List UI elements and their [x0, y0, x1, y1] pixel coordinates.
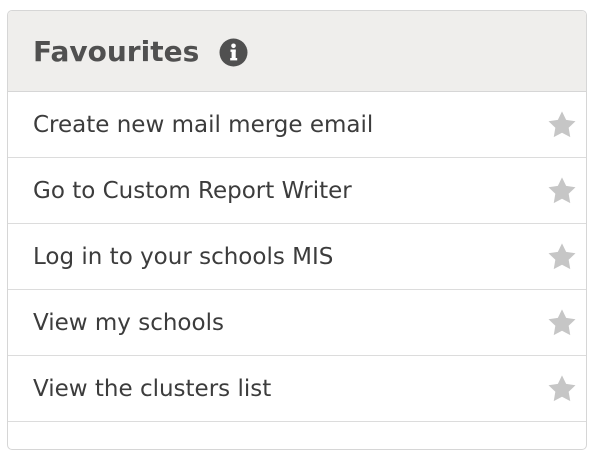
panel-title: Favourites	[33, 34, 200, 68]
list-item[interactable]: Go to Custom Report Writer	[8, 158, 586, 224]
favourite-link[interactable]: Create new mail merge email	[33, 112, 373, 138]
favourites-list: Create new mail merge email Go to Custom…	[8, 92, 586, 422]
favourite-link[interactable]: Log in to your schools MIS	[33, 244, 333, 270]
favourites-panel: Favourites Create new mail merge email G…	[7, 10, 587, 450]
favourite-link[interactable]: View my schools	[33, 310, 224, 336]
list-item[interactable]: View the clusters list	[8, 356, 586, 422]
info-circle-icon[interactable]	[219, 38, 248, 67]
star-icon[interactable]	[546, 175, 578, 207]
favourite-link[interactable]: Go to Custom Report Writer	[33, 178, 352, 204]
panel-header: Favourites	[8, 11, 586, 92]
list-item[interactable]: Log in to your schools MIS	[8, 224, 586, 290]
list-item[interactable]: View my schools	[8, 290, 586, 356]
star-icon[interactable]	[546, 109, 578, 141]
star-icon[interactable]	[546, 307, 578, 339]
star-icon[interactable]	[546, 241, 578, 273]
list-item[interactable]: Create new mail merge email	[8, 92, 586, 158]
star-icon[interactable]	[546, 373, 578, 405]
favourite-link[interactable]: View the clusters list	[33, 376, 271, 402]
